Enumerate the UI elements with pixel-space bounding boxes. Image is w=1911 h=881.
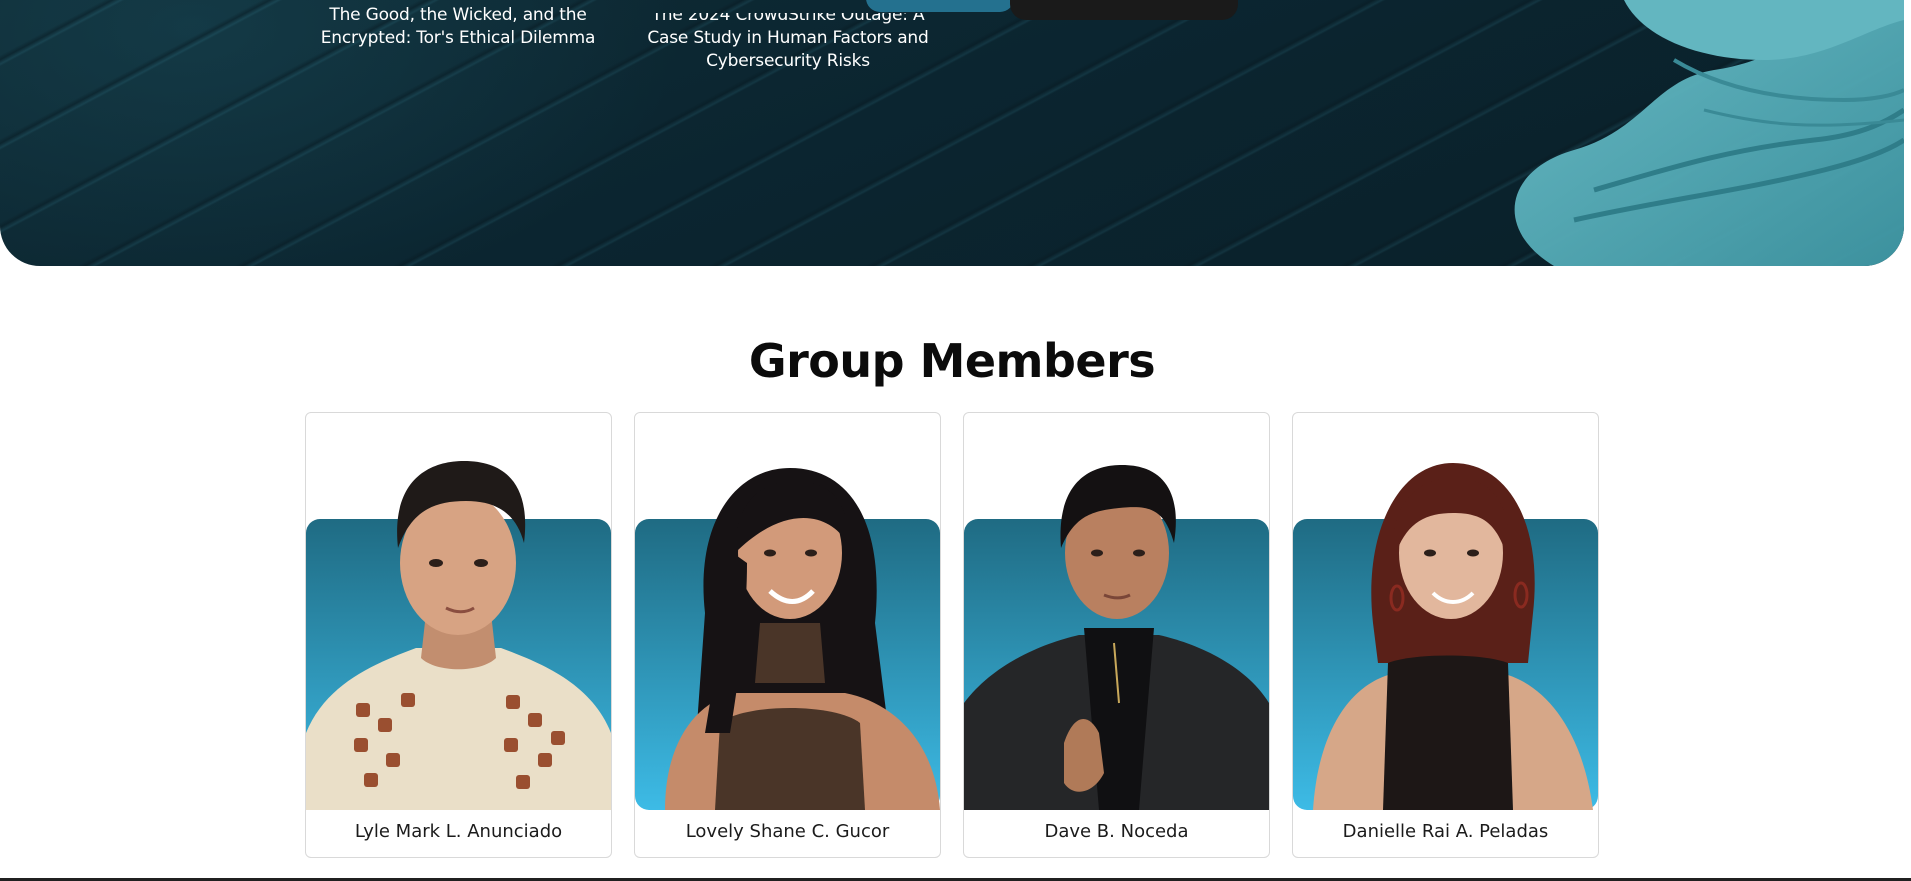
- member-photo: [1293, 413, 1598, 810]
- member-photo: [306, 413, 611, 810]
- member-photo: [964, 413, 1269, 810]
- card-title-line: Case Study in Human Factors and: [647, 28, 929, 48]
- carousel-caption-bar: [1010, 0, 1238, 20]
- member-card: Dave B. Noceda: [963, 412, 1270, 858]
- hero-decorative-shape: [1514, 0, 1904, 266]
- page: The Good, the Wicked, and the Encrypted:…: [0, 0, 1911, 881]
- card-title-line: Encrypted: Tor's Ethical Dilemma: [320, 28, 596, 48]
- carousel-card-title[interactable]: The Good, the Wicked, and the Encrypted:…: [308, 4, 608, 50]
- member-card: Danielle Rai A. Peladas: [1292, 412, 1599, 858]
- scrollbar-track[interactable]: [1904, 0, 1911, 881]
- member-name: Lyle Mark L. Anunciado: [354, 821, 563, 842]
- member-card: Lyle Mark L. Anunciado: [305, 412, 612, 858]
- members-grid: Lyle Mark L. Anunciado Lovely Shane C. G…: [305, 412, 1601, 860]
- card-title-line: The Good, the Wicked, and the: [329, 5, 587, 25]
- member-name: Dave B. Noceda: [1044, 821, 1189, 842]
- member-name: Lovely Shane C. Gucor: [685, 821, 890, 842]
- section-title: Group Members: [748, 334, 1156, 388]
- member-card: Lovely Shane C. Gucor: [634, 412, 941, 858]
- member-photo: [635, 413, 940, 810]
- card-title-line: The 2024 CrowdStrike Outage: A: [651, 5, 925, 25]
- card-title-line: Cybersecurity Risks: [706, 51, 870, 71]
- member-name: Danielle Rai A. Peladas: [1342, 821, 1549, 842]
- carousel-card-title[interactable]: The 2024 CrowdStrike Outage: A Case Stud…: [638, 4, 938, 73]
- hero-banner: The Good, the Wicked, and the Encrypted:…: [0, 0, 1904, 266]
